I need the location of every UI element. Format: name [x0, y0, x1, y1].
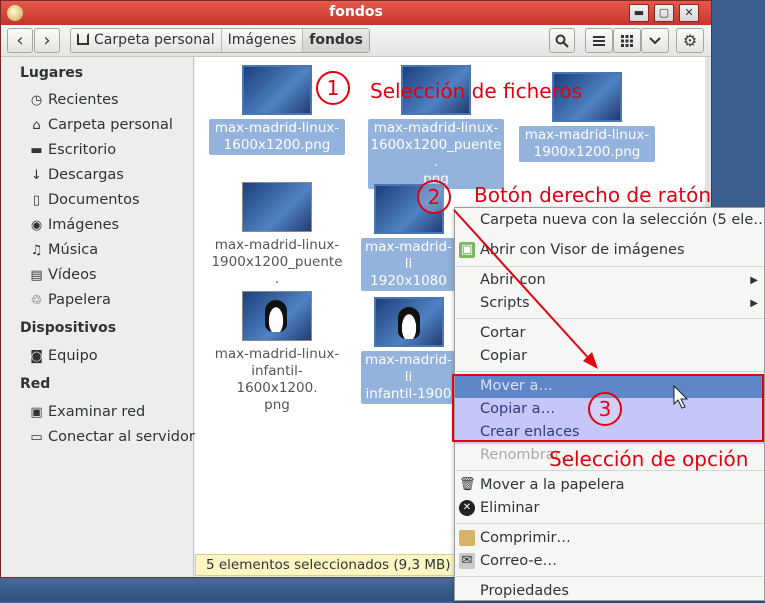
annotation-arrow — [453, 209, 689, 409]
mouse-pointer-icon — [673, 384, 689, 409]
annotation-arrow-line — [453, 209, 593, 363]
